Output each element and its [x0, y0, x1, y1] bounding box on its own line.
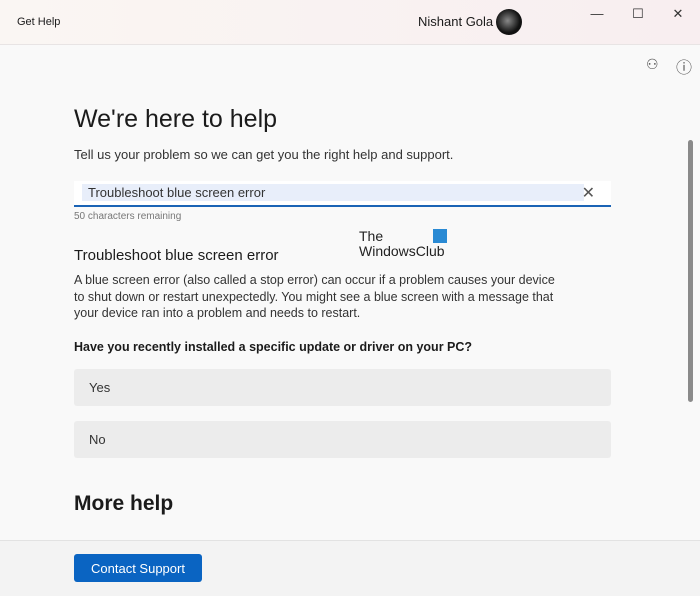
- contact-support-button[interactable]: Contact Support: [74, 554, 202, 582]
- avatar[interactable]: [496, 9, 522, 35]
- scrollbar[interactable]: [688, 140, 693, 402]
- subtitle: Tell us your problem so we can get you t…: [74, 147, 454, 162]
- result-title: Troubleshoot blue screen error: [74, 247, 279, 264]
- feedback-icon[interactable]: ⚇: [646, 56, 659, 73]
- question: Have you recently installed a specific u…: [74, 340, 473, 354]
- maximize-button[interactable]: ☐: [623, 6, 653, 22]
- footer: Contact Support: [0, 540, 700, 596]
- watermark-logo: The WindowsClub: [359, 228, 447, 259]
- more-help-heading: More help: [74, 492, 174, 515]
- minimize-button[interactable]: —: [582, 6, 612, 21]
- option-no[interactable]: No: [74, 421, 611, 458]
- clear-icon[interactable]: ✕: [582, 183, 595, 203]
- page-title: We're here to help: [74, 105, 278, 133]
- app-title: Get Help: [17, 16, 61, 28]
- watermark-line1: The: [359, 228, 384, 244]
- characters-remaining: 50 characters remaining: [74, 211, 182, 222]
- info-icon[interactable]: ⓘ: [676, 54, 692, 78]
- search-input[interactable]: Troubleshoot blue screen error ✕: [74, 181, 611, 207]
- option-yes[interactable]: Yes: [74, 369, 611, 406]
- result-description: A blue screen error (also called a stop …: [74, 273, 555, 320]
- windows-logo-icon: [433, 229, 447, 243]
- watermark-line2: WindowsClub: [359, 243, 445, 259]
- title-bar: Get Help Nishant Gola — ☐ ✕: [0, 0, 700, 45]
- close-button[interactable]: ✕: [663, 6, 693, 22]
- search-value[interactable]: Troubleshoot blue screen error: [82, 184, 584, 201]
- user-name[interactable]: Nishant Gola: [418, 14, 493, 29]
